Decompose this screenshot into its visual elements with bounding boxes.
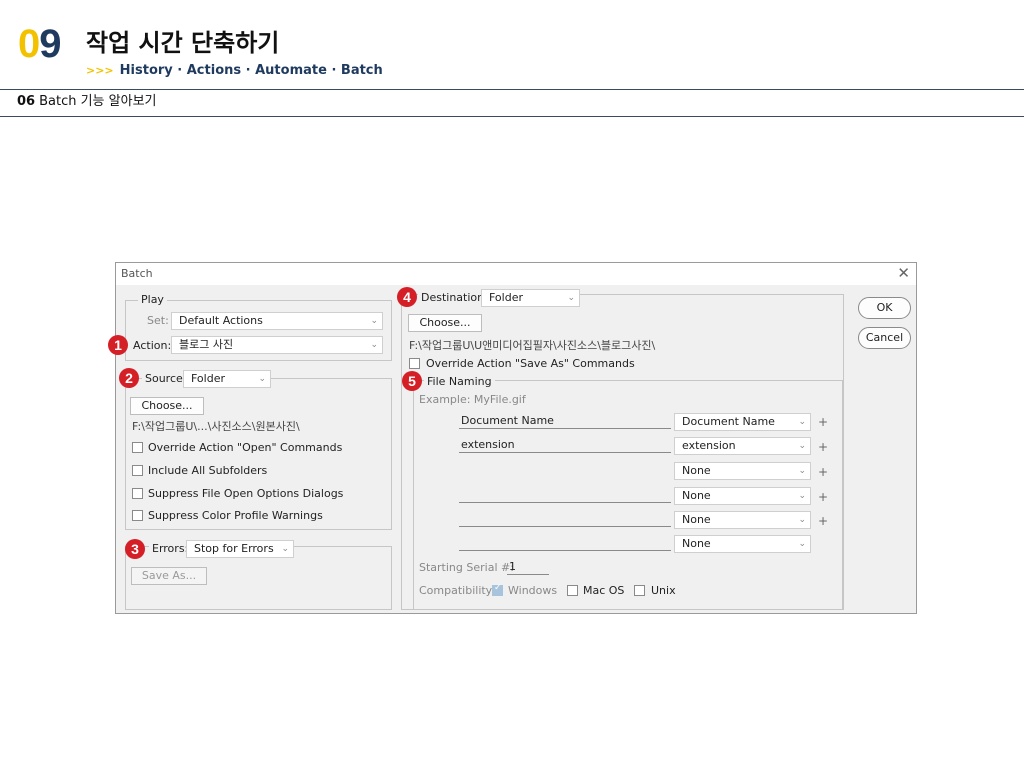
chevron-down-icon: ⌄ xyxy=(258,374,266,384)
override-save-as-label: Override Action "Save As" Commands xyxy=(426,357,635,370)
chevron-down-icon: ⌄ xyxy=(798,441,806,451)
chapter-title: 작업 시간 단축하기 xyxy=(86,29,280,57)
naming-select-6-value: None xyxy=(682,537,711,550)
add-row-3-button[interactable]: + xyxy=(818,465,828,479)
chapter-number-first-digit: 0 xyxy=(18,22,40,66)
set-select-value: Default Actions xyxy=(179,314,263,327)
dialog-title: Batch xyxy=(121,267,153,280)
suppress-color-warnings-label: Suppress Color Profile Warnings xyxy=(148,509,323,522)
suppress-open-dialogs-checkbox[interactable] xyxy=(132,488,143,499)
override-save-as-checkbox[interactable] xyxy=(409,358,420,369)
cancel-button[interactable]: Cancel xyxy=(858,327,911,349)
naming-select-1[interactable]: Document Name ⌄ xyxy=(674,413,811,431)
play-group-label: Play xyxy=(138,293,167,306)
compat-windows-label: Windows xyxy=(508,584,558,597)
serial-label: Starting Serial #: xyxy=(419,561,514,574)
header-rule-bottom xyxy=(0,116,1024,117)
compat-macos-checkbox[interactable] xyxy=(567,585,578,596)
chapter-subtitle: >>> History · Actions · Automate · Batch xyxy=(86,63,383,79)
compatibility-label: Compatibility: xyxy=(419,584,496,597)
chevron-down-icon: ⌄ xyxy=(798,417,806,427)
errors-label: Errors: xyxy=(149,542,192,556)
errors-select-value: Stop for Errors xyxy=(194,542,274,555)
source-choose-button[interactable]: Choose... xyxy=(130,397,204,415)
action-select[interactable]: 블로그 사진 ⌄ xyxy=(171,336,383,354)
chevron-down-icon: ⌄ xyxy=(370,340,378,350)
destination-choose-button[interactable]: Choose... xyxy=(408,314,482,332)
section-number: 06 xyxy=(17,94,36,109)
close-icon[interactable]: ✕ xyxy=(897,264,910,282)
override-open-checkbox[interactable] xyxy=(132,442,143,453)
subtitle-text: History · Actions · Automate · Batch xyxy=(119,63,383,78)
source-select[interactable]: Folder ⌄ xyxy=(183,370,271,388)
batch-dialog: Batch ✕ Play Set: Default Actions ⌄ Actio… xyxy=(115,262,917,614)
naming-field-3[interactable] xyxy=(459,487,671,503)
chapter-number: 09 xyxy=(18,22,62,66)
action-label: Action: xyxy=(133,339,172,352)
destination-select[interactable]: Folder ⌄ xyxy=(481,289,580,307)
naming-select-2[interactable]: extension ⌄ xyxy=(674,437,811,455)
subtitle-arrows: >>> xyxy=(86,64,114,77)
chevron-down-icon: ⌄ xyxy=(798,539,806,549)
chevron-down-icon: ⌄ xyxy=(370,316,378,326)
naming-select-6[interactable]: None ⌄ xyxy=(674,535,811,553)
compat-unix-label: Unix xyxy=(651,584,676,597)
naming-field-4[interactable] xyxy=(459,511,671,527)
chevron-down-icon: ⌄ xyxy=(567,293,575,303)
file-naming-label: File Naming xyxy=(424,375,495,389)
naming-select-4-value: None xyxy=(682,489,711,502)
naming-select-3[interactable]: None ⌄ xyxy=(674,462,811,480)
ok-button[interactable]: OK xyxy=(858,297,911,319)
destination-path: F:\작업그룹U\U앤미디어집필자\사진소스\블로그사진\ xyxy=(409,339,656,352)
compat-unix-checkbox[interactable] xyxy=(634,585,645,596)
destination-select-value: Folder xyxy=(489,291,523,304)
naming-field-2[interactable]: extension xyxy=(459,437,671,453)
chevron-down-icon: ⌄ xyxy=(798,515,806,525)
action-select-value: 블로그 사진 xyxy=(179,338,234,351)
compat-windows-checkbox[interactable] xyxy=(492,583,503,596)
set-select[interactable]: Default Actions ⌄ xyxy=(171,312,383,330)
section-title-text: Batch 기능 알아보기 xyxy=(39,94,157,109)
section-title: 06 Batch 기능 알아보기 xyxy=(17,94,157,110)
file-naming-example: Example: MyFile.gif xyxy=(419,393,526,406)
save-as-button[interactable]: Save As... xyxy=(131,567,207,585)
include-subfolders-label: Include All Subfolders xyxy=(148,464,268,477)
naming-select-1-value: Document Name xyxy=(682,415,775,428)
set-label: Set: xyxy=(147,314,169,327)
step-badge-2: 2 xyxy=(119,368,139,388)
add-row-5-button[interactable]: + xyxy=(818,514,828,528)
step-badge-4: 4 xyxy=(397,287,417,307)
header-rule-top xyxy=(0,89,1024,90)
dialog-titlebar: Batch ✕ xyxy=(116,263,916,285)
serial-input[interactable]: 1 xyxy=(507,559,549,575)
destination-label: Destination: xyxy=(418,291,491,305)
compat-macos-label: Mac OS xyxy=(583,584,625,597)
naming-select-4[interactable]: None ⌄ xyxy=(674,487,811,505)
add-row-1-button[interactable]: + xyxy=(818,415,828,429)
naming-select-2-value: extension xyxy=(682,439,736,452)
naming-field-1[interactable]: Document Name xyxy=(459,413,671,429)
chevron-down-icon: ⌄ xyxy=(798,491,806,501)
add-row-2-button[interactable]: + xyxy=(818,440,828,454)
include-subfolders-checkbox[interactable] xyxy=(132,465,143,476)
step-badge-5: 5 xyxy=(402,371,422,391)
suppress-open-dialogs-label: Suppress File Open Options Dialogs xyxy=(148,487,344,500)
naming-field-5[interactable] xyxy=(459,535,671,551)
chapter-number-second-digit: 9 xyxy=(39,22,61,66)
source-path: F:\작업그룹U\...\사진소스\원본사진\ xyxy=(132,420,300,433)
add-row-4-button[interactable]: + xyxy=(818,490,828,504)
step-badge-1: 1 xyxy=(108,335,128,355)
chevron-down-icon: ⌄ xyxy=(798,466,806,476)
suppress-color-warnings-checkbox[interactable] xyxy=(132,510,143,521)
override-open-label: Override Action "Open" Commands xyxy=(148,441,343,454)
chevron-down-icon: ⌄ xyxy=(281,544,289,554)
naming-select-3-value: None xyxy=(682,464,711,477)
naming-select-5-value: None xyxy=(682,513,711,526)
errors-select[interactable]: Stop for Errors ⌄ xyxy=(186,540,294,558)
step-badge-3: 3 xyxy=(125,539,145,559)
source-select-value: Folder xyxy=(191,372,225,385)
naming-select-5[interactable]: None ⌄ xyxy=(674,511,811,529)
